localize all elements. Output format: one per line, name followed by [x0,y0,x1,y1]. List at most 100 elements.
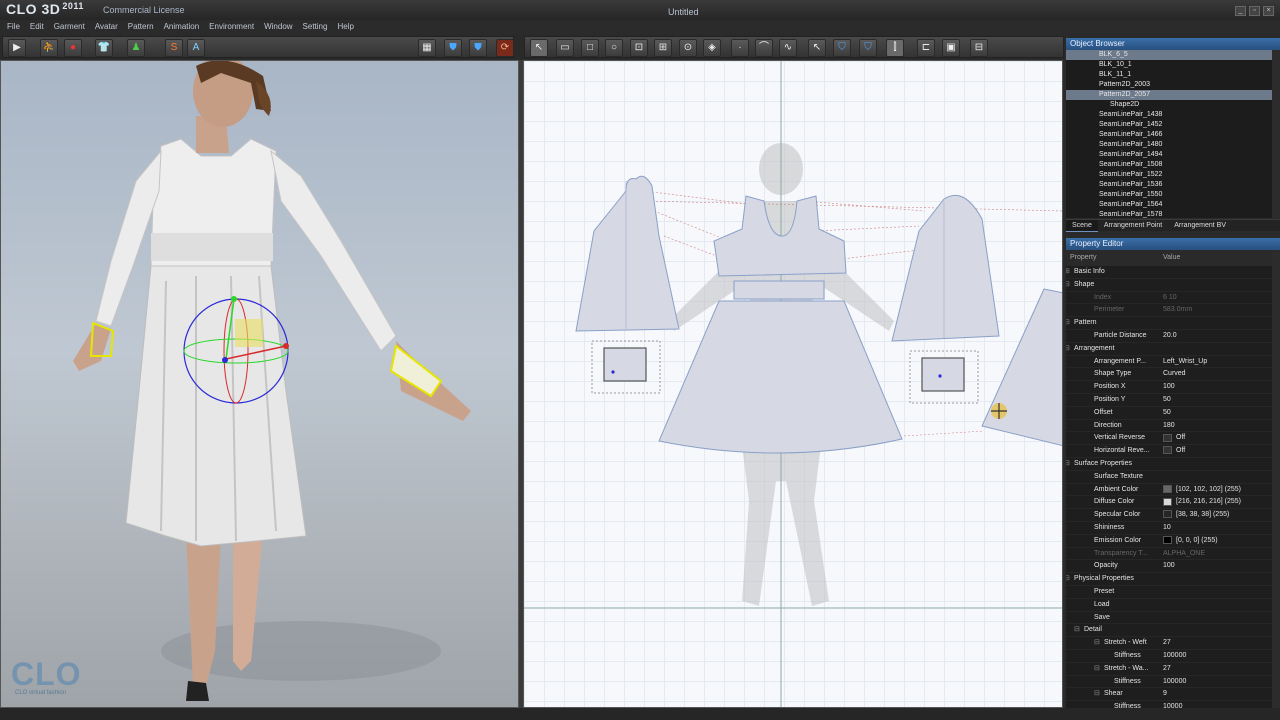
collapse-icon[interactable]: ⊟ [1066,279,1070,292]
property-row[interactable]: Arrangement P... Left_Wrist_Up [1066,356,1272,369]
property-value[interactable]: Off [1163,445,1185,458]
object-browser-scrollbar[interactable] [1272,50,1280,218]
edit-sewing-icon[interactable]: ⫿ [886,39,904,57]
property-row[interactable]: Offset 50 [1066,407,1272,420]
tree-item[interactable]: SeamLinePair_1480 [1066,140,1272,150]
property-value[interactable]: 50 [1163,407,1171,420]
tree-item[interactable]: BLK_11_1 [1066,70,1272,80]
menu-item-window[interactable]: Window [264,20,292,34]
play-icon[interactable]: ▶ [8,39,26,57]
property-value[interactable]: 10 [1163,522,1171,535]
property-row[interactable]: ⊟ Stretch - Wa... 27 [1066,663,1272,676]
dart-icon[interactable]: ◈ [703,39,721,57]
property-row[interactable]: ⊟ Physical Properties [1066,573,1272,586]
tree-item[interactable]: SeamLinePair_1578 [1066,210,1272,218]
collapse-icon[interactable]: ⊟ [1094,637,1100,650]
transform-pattern-icon[interactable]: ▭ [556,39,574,57]
property-row[interactable]: Vertical Reverse Off [1066,432,1272,446]
tree-item[interactable]: Pattern2D_2003 [1066,80,1272,90]
expand-icon[interactable]: ⊞ [1066,266,1070,279]
property-row[interactable]: Perimeter 583.0mm [1066,304,1272,318]
property-row[interactable]: Emission Color [0, 0, 0] (255) [1066,535,1272,548]
texture-icon[interactable]: ▣ [942,39,960,57]
collapse-icon[interactable]: ⊟ [1066,317,1070,330]
tree-item[interactable]: SeamLinePair_1508 [1066,160,1272,170]
property-value[interactable]: 180 [1163,420,1175,433]
segment-sewing-icon[interactable]: ⛉ [833,39,851,57]
property-row[interactable]: Preset [1066,586,1272,599]
property-row[interactable]: ⊟ Surface Properties [1066,458,1272,471]
property-row[interactable]: ⊟ Shape [1066,279,1272,292]
collapse-icon[interactable]: ⊟ [1066,343,1070,356]
property-row[interactable]: Ambient Color [102, 102, 102] (255) [1066,484,1272,497]
property-row[interactable]: Surface Texture [1066,471,1272,484]
tree-item[interactable]: BLK_10_1 [1066,60,1272,70]
property-row[interactable]: Horizontal Reve... Off [1066,445,1272,458]
tree-item[interactable]: SeamLinePair_1494 [1066,150,1272,160]
tree-item[interactable]: Shape2D [1066,100,1272,110]
color-swatch[interactable] [1163,484,1172,493]
property-value[interactable]: [102, 102, 102] (255) [1163,484,1241,497]
property-row[interactable]: ⊟ Stretch - Weft 27 [1066,637,1272,650]
property-row[interactable]: ⊟ Detail [1066,624,1272,638]
property-row[interactable]: Transparency T... ALPHA_ONE [1066,548,1272,561]
record-icon[interactable]: ● [64,39,82,57]
viewport-3d[interactable]: CLO CLO virtual fashion [0,60,519,708]
property-value[interactable]: [38, 38, 38] (255) [1163,509,1229,522]
property-editor-scrollbar[interactable] [1272,252,1280,708]
property-value[interactable]: Off [1163,432,1185,445]
walk-icon[interactable]: ⛹ [40,39,58,57]
property-row[interactable]: ⊟ Arrangement [1066,343,1272,356]
internal-circle-icon[interactable]: ⊙ [679,39,697,57]
property-value[interactable]: 100000 [1163,650,1186,663]
text-toggle[interactable]: A [187,39,205,57]
property-row[interactable]: ⊟ Shear 9 [1066,688,1272,702]
menu-item-garment[interactable]: Garment [54,20,85,34]
restore-icon[interactable]: ▫ [1249,6,1260,16]
property-row[interactable]: Stiffness 100000 [1066,676,1272,689]
tab-scene[interactable]: Scene [1066,220,1098,232]
tree-item[interactable]: SeamLinePair_1438 [1066,110,1272,120]
tree-item[interactable]: BLK_6_5 [1066,50,1272,60]
checkbox[interactable] [1163,446,1172,455]
collapse-icon[interactable]: ⊟ [1066,573,1070,586]
color-swatch[interactable] [1163,497,1172,506]
property-row[interactable]: Opacity 100 [1066,560,1272,574]
tree-item[interactable]: SeamLinePair_1564 [1066,200,1272,210]
property-value[interactable]: 100 [1163,560,1175,573]
menu-item-animation[interactable]: Animation [164,20,200,34]
close-icon[interactable]: × [1263,6,1274,16]
tab-arrangement-bv[interactable]: Arrangement BV [1168,220,1232,231]
avatar-icon[interactable]: ♟ [127,39,145,57]
property-value[interactable]: 27 [1163,637,1171,650]
color-swatch[interactable] [1163,535,1172,544]
tab-arrangement-point[interactable]: Arrangement Point [1098,220,1168,231]
reset-icon[interactable]: ⟳ [496,39,514,57]
tree-item[interactable]: SeamLinePair_1536 [1066,180,1272,190]
property-row[interactable]: Particle Distance 20.0 [1066,330,1272,343]
collapse-icon[interactable]: ⊟ [1074,624,1080,637]
property-row[interactable]: Stiffness 10000 [1066,701,1272,708]
property-row[interactable]: ⊟ Pattern [1066,317,1272,330]
property-value[interactable]: 583.0mm [1163,304,1192,317]
minimize-icon[interactable]: _ [1235,6,1246,16]
menu-item-environment[interactable]: Environment [209,20,254,34]
checkbox[interactable] [1163,433,1172,442]
collapse-icon[interactable]: ⊟ [1094,688,1100,701]
collapse-icon[interactable]: ⊟ [1094,663,1100,676]
property-row[interactable]: Shininess 10 [1066,522,1272,535]
mannequin-back-icon[interactable]: ⛊ [469,39,487,57]
select-arrow-icon[interactable]: ↖ [530,39,548,57]
property-row[interactable]: Shape Type Curved [1066,368,1272,382]
property-value[interactable]: ALPHA_ONE [1163,548,1205,561]
seam-select-icon[interactable]: ↖ [808,39,826,57]
free-sewing-icon[interactable]: ⛉ [859,39,877,57]
menu-item-edit[interactable]: Edit [30,20,44,34]
curve-point-icon[interactable]: ⌒ [755,39,773,57]
property-value[interactable]: 20.0 [1163,330,1177,343]
property-row[interactable]: Position X 100 [1066,381,1272,394]
internal-polygon-icon[interactable]: ⊞ [654,39,672,57]
menu-item-avatar[interactable]: Avatar [95,20,118,34]
circle-icon[interactable]: ○ [605,39,623,57]
property-row[interactable]: Direction 180 [1066,420,1272,433]
